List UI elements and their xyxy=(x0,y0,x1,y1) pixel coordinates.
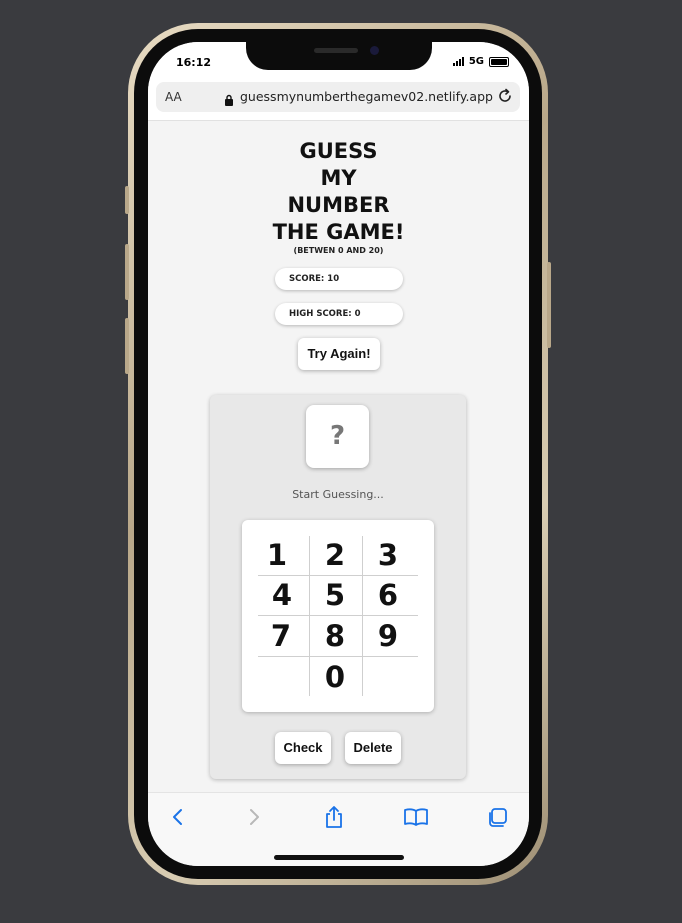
title-line: GUESS xyxy=(299,139,378,163)
key-2[interactable]: 2 xyxy=(310,536,360,574)
browser-address-area: AA guessmynumberthegamev02.netlify.app xyxy=(148,78,529,121)
notch xyxy=(246,42,432,70)
status-indicators: 5G xyxy=(452,56,509,67)
game-message: Start Guessing... xyxy=(292,488,384,501)
keypad-divider xyxy=(258,656,418,657)
reload-icon[interactable] xyxy=(496,87,514,109)
reader-aa-button[interactable]: AA xyxy=(165,90,182,104)
try-again-button[interactable]: Try Again! xyxy=(298,338,380,370)
key-5[interactable]: 5 xyxy=(310,576,360,614)
key-3[interactable]: 3 xyxy=(363,536,413,574)
keypad-divider xyxy=(258,615,418,616)
key-9[interactable]: 9 xyxy=(363,617,413,655)
bookmarks-icon[interactable] xyxy=(403,807,429,831)
mute-switch xyxy=(125,186,129,214)
delete-button[interactable]: Delete xyxy=(345,732,401,764)
volume-down-button xyxy=(125,318,129,374)
share-icon[interactable] xyxy=(323,805,345,833)
battery-icon xyxy=(489,56,509,67)
title-line: THE GAME! xyxy=(272,220,405,244)
home-indicator xyxy=(274,855,404,860)
title-line: NUMBER xyxy=(287,193,390,217)
highscore-display: HIGH SCORE: 0 xyxy=(275,303,403,325)
signal-icon xyxy=(452,57,464,66)
key-6[interactable]: 6 xyxy=(363,576,413,614)
lock-icon xyxy=(224,91,234,110)
speaker-grille xyxy=(314,48,358,53)
url-text[interactable]: guessmynumberthegamev02.netlify.app xyxy=(240,89,493,104)
browser-toolbar xyxy=(148,792,529,866)
camera-icon xyxy=(370,46,379,55)
secret-number-box: ? xyxy=(306,405,369,468)
address-bar[interactable]: AA guessmynumberthegamev02.netlify.app xyxy=(156,82,520,112)
power-button xyxy=(547,262,551,348)
tabs-icon[interactable] xyxy=(486,807,508,833)
key-0[interactable]: 0 xyxy=(310,658,360,696)
score-display: SCORE: 10 xyxy=(275,268,403,290)
phone-screen: 16:12 5G AA guessmynumberthegamev02.netl… xyxy=(148,42,529,866)
check-button[interactable]: Check xyxy=(275,732,331,764)
number-keypad: 1 2 3 4 5 6 7 8 9 0 xyxy=(242,520,434,712)
status-time: 16:12 xyxy=(176,56,212,69)
page-title: GUESS MY NUMBER THE GAME! xyxy=(148,138,529,246)
forward-icon[interactable] xyxy=(246,807,262,831)
key-8[interactable]: 8 xyxy=(310,617,360,655)
key-1[interactable]: 1 xyxy=(252,536,302,574)
volume-up-button xyxy=(125,244,129,300)
key-4[interactable]: 4 xyxy=(257,576,307,614)
network-type: 5G xyxy=(468,56,484,67)
back-icon[interactable] xyxy=(170,807,186,831)
game-card: ? Start Guessing... 1 2 3 4 5 6 7 8 9 0 … xyxy=(210,395,466,779)
title-line: MY xyxy=(320,166,357,190)
key-7[interactable]: 7 xyxy=(256,617,306,655)
range-subtitle: (BETWEN 0 AND 20) xyxy=(293,246,384,255)
